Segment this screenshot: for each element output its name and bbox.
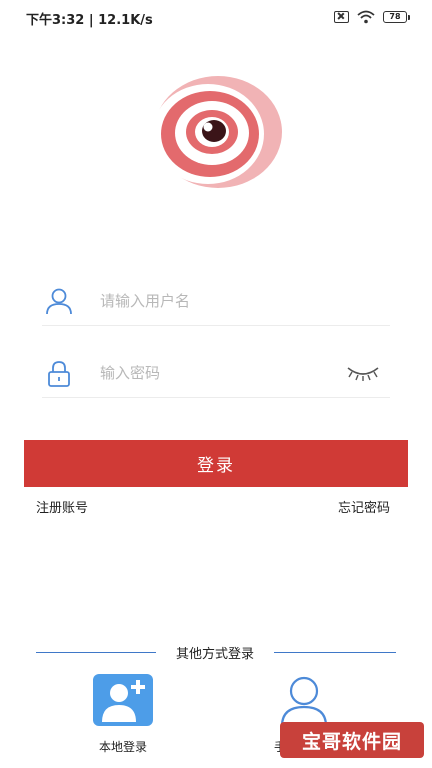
forgot-password-link[interactable]: 忘记密码 <box>338 497 390 516</box>
user-icon <box>46 288 72 315</box>
login-button[interactable]: 登录 <box>24 440 408 487</box>
divider-left <box>36 652 156 653</box>
user-outline-icon <box>280 676 328 726</box>
username-input[interactable] <box>100 286 340 316</box>
password-field <box>42 350 390 398</box>
eye-closed-icon[interactable] <box>346 364 380 382</box>
local-login-label: 本地登录 <box>98 740 147 754</box>
password-input[interactable] <box>100 358 340 388</box>
watermark: 宝哥软件园 <box>280 722 424 758</box>
no-sim-icon <box>334 11 349 23</box>
wifi-icon <box>357 10 375 24</box>
other-methods-title: 其他方式登录 <box>175 647 254 662</box>
status-icons: 78 <box>334 10 410 24</box>
local-login-option[interactable]: 本地登录 <box>68 674 178 755</box>
divider-right <box>274 652 396 653</box>
add-user-icon <box>93 674 153 726</box>
status-time-speed: 下午3:32 | 12.1K/s <box>26 13 153 28</box>
battery-icon: 78 <box>383 11 410 23</box>
username-field <box>42 278 390 326</box>
battery-level: 78 <box>383 11 407 23</box>
lock-icon <box>48 361 70 387</box>
app-logo <box>152 76 282 188</box>
status-bar: 下午3:32 | 12.1K/s 78 <box>0 0 432 34</box>
register-link[interactable]: 注册账号 <box>36 497 88 516</box>
